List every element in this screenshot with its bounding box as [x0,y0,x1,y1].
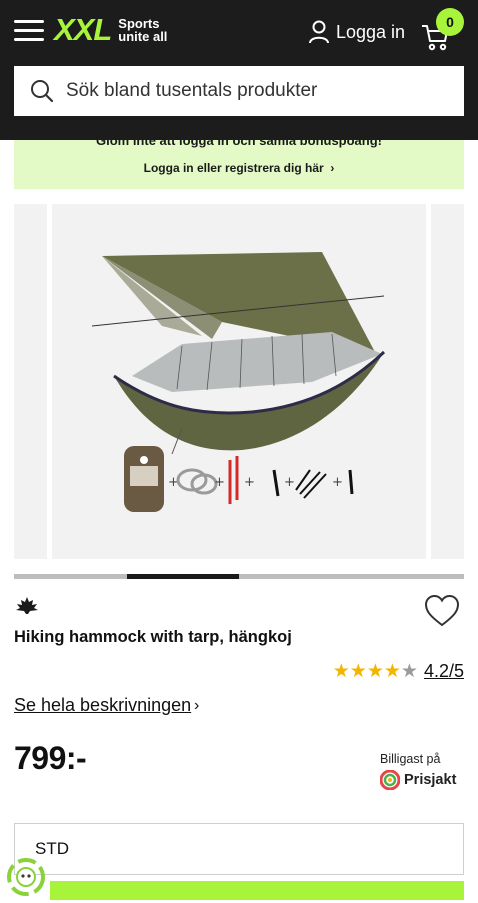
product-image[interactable]: + + + + + [52,204,426,559]
banner-link-label: Logga in eller registrera dig här [143,161,324,175]
cart-count-badge: 0 [436,8,464,36]
logo-tagline-2: unite all [118,29,168,44]
search-icon [31,80,54,103]
login-banner: Glöm inte att logga in och samla bonuspo… [14,140,464,189]
prisjakt-badge[interactable]: Billigast på Prisjakt [380,752,456,790]
add-to-cart-button[interactable] [50,881,464,900]
rating-stars: ★★★★★ [333,660,418,683]
svg-text:+: + [214,475,225,490]
banner-login-link[interactable]: Logga in eller registrera dig här › [14,161,464,175]
logo-text: XXL [54,12,112,47]
prisjakt-name: Prisjakt [404,772,457,788]
search-bar[interactable] [14,66,464,116]
logo-tagline: Sports unite all [118,17,167,43]
logo[interactable]: XXL Sports unite all [54,12,167,47]
product-rating[interactable]: ★★★★★ 4.2/5 [333,660,464,683]
chat-icon [7,858,45,896]
chevron-right-icon: › [194,697,200,714]
star-filled-icon: ★ [332,661,350,682]
rating-value[interactable]: 4.2/5 [424,661,464,682]
svg-text:+: + [332,475,343,490]
gallery-progress-bar [14,574,464,579]
prisjakt-label: Billigast på [380,752,441,766]
menu-icon[interactable] [14,18,44,42]
site-header: XXL Sports unite all Logga in 0 [0,0,478,140]
full-description-link[interactable]: Se hela beskrivningen [14,695,191,716]
hammock-illustration: + + + + + [91,252,386,512]
wishlist-heart-button[interactable] [424,594,460,628]
brand-logo[interactable] [14,596,40,618]
chevron-right-icon: › [327,161,335,175]
heart-icon [424,594,460,627]
banner-title: Glöm inte att logga in och samla bonuspo… [95,140,382,148]
variant-select[interactable]: STD [14,823,464,875]
maple-leaf-icon [16,597,38,614]
prisjakt-logo-icon [380,770,400,790]
svg-text:+: + [244,475,255,490]
search-input[interactable] [64,79,438,103]
star-empty-icon: ★ [400,661,418,682]
login-button[interactable]: Logga in [308,20,405,44]
gallery-progress-indicator [126,574,239,579]
user-icon [309,20,329,44]
login-label: Logga in [336,21,406,42]
gallery-next-slide[interactable] [431,204,464,559]
star-filled-icon: ★ [349,661,367,682]
product-price: 799:- [14,740,87,776]
star-filled-icon: ★ [366,661,384,682]
star-filled-icon: ★ [383,661,401,682]
chat-widget-button[interactable] [5,856,47,898]
svg-text:+: + [284,475,295,490]
product-title: Hiking hammock with tarp, hängkoj [14,628,292,646]
cart-button[interactable]: 0 [420,8,470,51]
gallery-prev-slide[interactable] [14,204,47,559]
